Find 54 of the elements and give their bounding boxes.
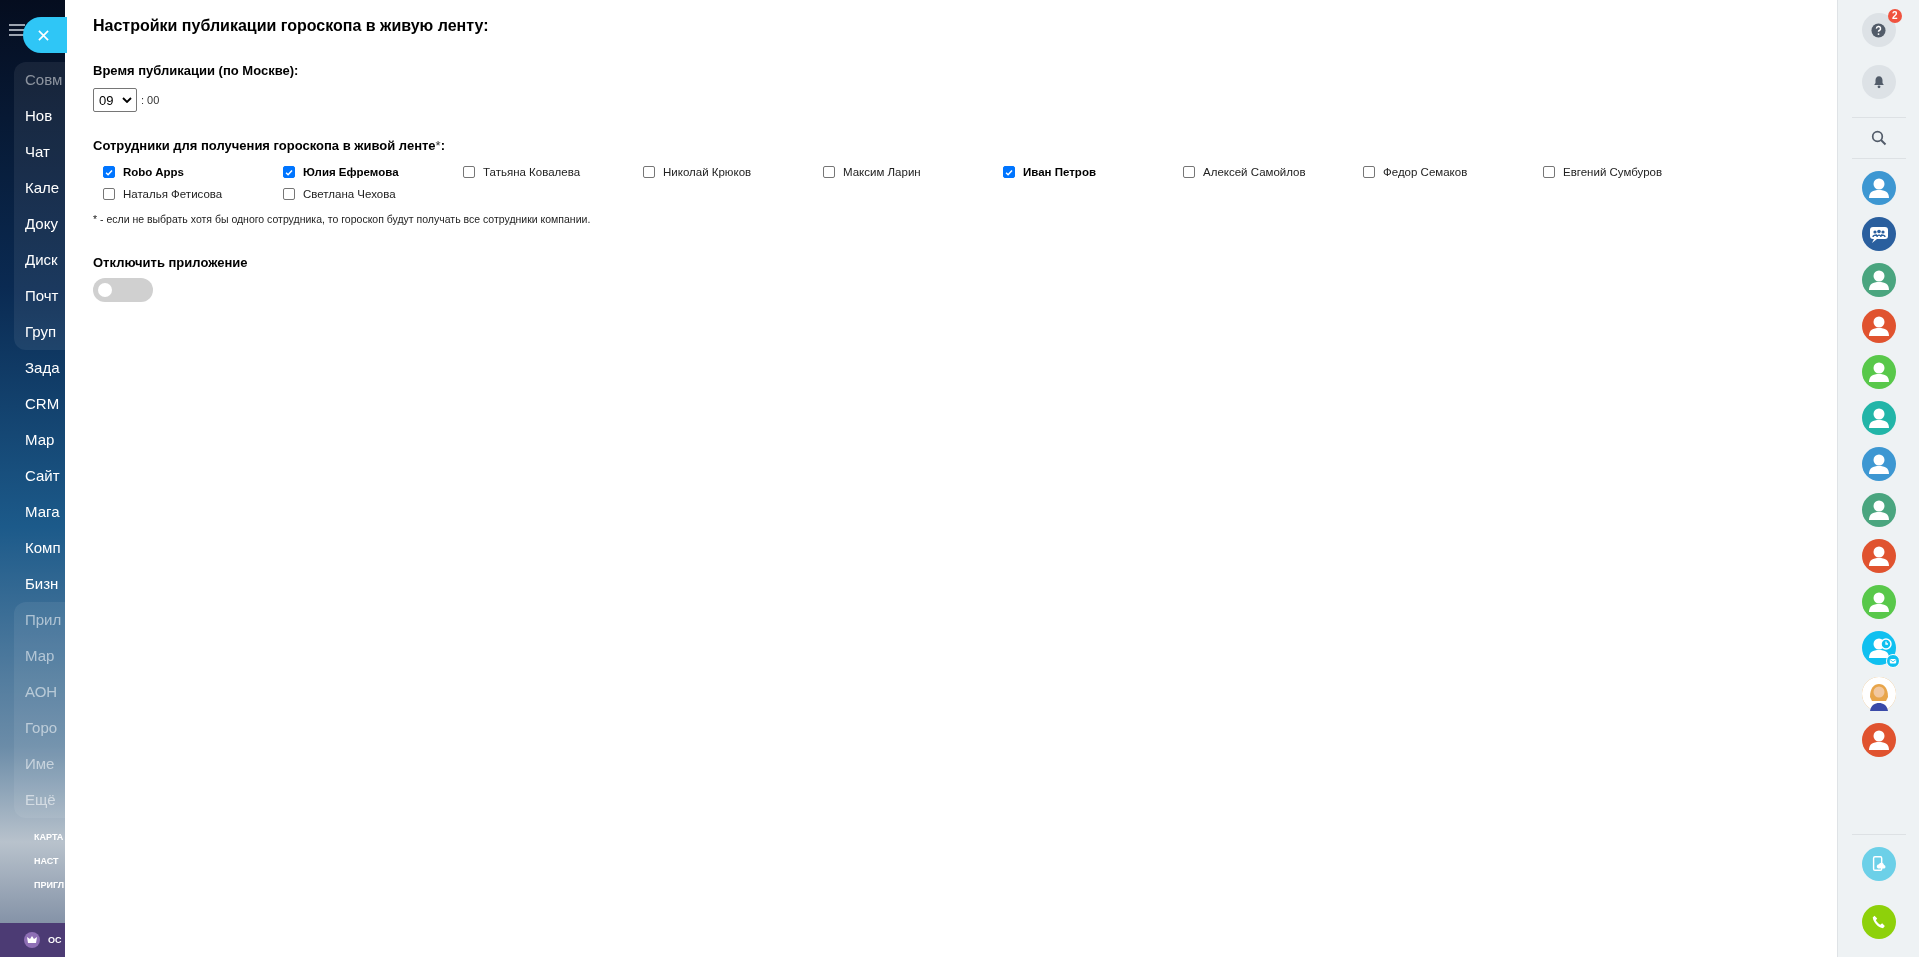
- menu-item[interactable]: Груп: [14, 314, 65, 350]
- minutes-text: : 00: [141, 94, 160, 106]
- menu-item[interactable]: Кале: [14, 170, 65, 206]
- chevron-down-icon: [122, 97, 132, 103]
- employee-checkbox[interactable]: Николай Крюков: [643, 166, 823, 178]
- user-avatar[interactable]: [1861, 677, 1896, 711]
- user-avatar[interactable]: [1861, 539, 1896, 573]
- search-icon[interactable]: [1870, 130, 1887, 146]
- user-avatar[interactable]: [1861, 309, 1896, 343]
- time-label: Время публикации (по Москве):: [93, 63, 300, 78]
- bell-button[interactable]: [1861, 65, 1896, 99]
- menu-icon[interactable]: [9, 24, 25, 36]
- menu-item[interactable]: Комп: [14, 530, 65, 566]
- employee-checkbox[interactable]: Татьяна Ковалева: [463, 166, 643, 178]
- crown-icon: [24, 932, 40, 948]
- menu-item[interactable]: Нов: [14, 98, 65, 134]
- phone-button[interactable]: [1861, 905, 1896, 939]
- group-chat-avatar[interactable]: [1861, 217, 1896, 251]
- user-avatar[interactable]: [1861, 171, 1896, 205]
- employee-checkbox[interactable]: Федор Семаков: [1363, 166, 1543, 178]
- menu-item[interactable]: Мага: [14, 494, 65, 530]
- disable-label: Отключить приложение: [93, 255, 249, 270]
- employee-checkbox[interactable]: Robo Apps: [103, 166, 283, 178]
- menu-item[interactable]: Диск: [14, 242, 65, 278]
- menu-item[interactable]: Бизн: [14, 566, 65, 602]
- menu-item[interactable]: Совм: [14, 62, 65, 98]
- employees-label: Сотрудники для получения гороскопа в живой ленте*:: [93, 138, 446, 153]
- employee-checkbox[interactable]: Светлана Чехова: [283, 188, 463, 200]
- employee-checkbox[interactable]: Иван Петров: [1003, 166, 1183, 178]
- menu-item[interactable]: Мар: [14, 422, 65, 458]
- menu-item[interactable]: CRM: [14, 386, 65, 422]
- disable-toggle[interactable]: [93, 278, 153, 302]
- help-button[interactable]: [1861, 13, 1896, 47]
- hour-select[interactable]: 09: [93, 88, 137, 112]
- footer-text: ОС: [48, 935, 62, 945]
- help-icon: [1871, 22, 1886, 38]
- employee-checkbox[interactable]: Юлия Ефремова: [283, 166, 463, 178]
- menu-item[interactable]: Чат: [14, 134, 65, 170]
- menu-item[interactable]: Зада: [14, 350, 65, 386]
- panel-title: Настройки публикации гороскопа в живую ленту:: [93, 17, 490, 35]
- employee-checkbox[interactable]: Максим Ларин: [823, 166, 1003, 178]
- menu-item[interactable]: Доку: [14, 206, 65, 242]
- menu-item[interactable]: Почт: [14, 278, 65, 314]
- notification-badge: 2: [1887, 9, 1902, 23]
- employee-checkbox[interactable]: Алексей Самойлов: [1183, 166, 1363, 178]
- close-button[interactable]: [23, 17, 67, 53]
- user-avatar[interactable]: [1861, 447, 1896, 481]
- employee-checkbox[interactable]: Евгений Сумбуров: [1543, 166, 1723, 178]
- footnote-text: * - если не выбрать хотя бы одного сотрудника, то гороскоп будут получать все сотрудники компании.: [93, 213, 592, 225]
- employee-checkbox[interactable]: Наталья Фетисова: [103, 188, 283, 200]
- user-avatar[interactable]: [1861, 723, 1896, 757]
- close-icon: [37, 29, 49, 41]
- menu-item[interactable]: Сайт: [14, 458, 65, 494]
- phone-sync-button[interactable]: [1861, 847, 1896, 881]
